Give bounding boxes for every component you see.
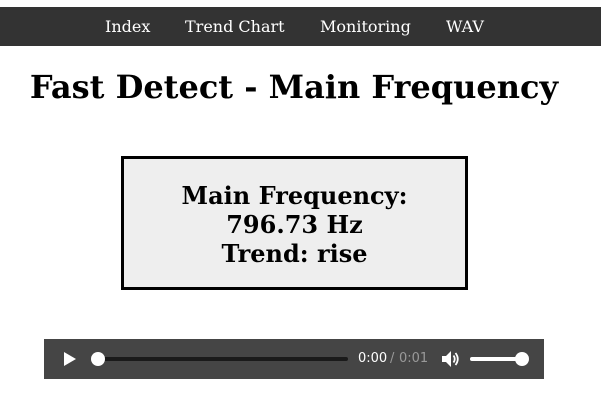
frequency-value: 796.73 Hz [226, 210, 363, 239]
seek-handle[interactable] [91, 352, 105, 366]
page-title: Fast Detect - Main Frequency [29, 68, 559, 106]
time-separator: / [390, 351, 395, 366]
volume-handle[interactable] [515, 352, 529, 366]
audio-player: 0:00 / 0:01 [44, 339, 544, 379]
volume-icon[interactable] [441, 350, 461, 368]
nav-item-wav[interactable]: WAV [446, 7, 484, 46]
play-icon[interactable] [62, 351, 78, 367]
nav-item-index[interactable]: Index [105, 7, 150, 46]
current-time: 0:00 [358, 351, 388, 366]
duration-time: 0:01 [399, 351, 429, 366]
frequency-panel: Main Frequency: 796.73 Hz Trend: rise [121, 156, 468, 290]
trend-status: Trend: rise [221, 239, 368, 268]
nav-item-trend-chart[interactable]: Trend Chart [185, 7, 285, 46]
seek-bar[interactable] [98, 357, 348, 361]
top-navbar: Index Trend Chart Monitoring WAV [0, 7, 601, 46]
nav-item-monitoring[interactable]: Monitoring [320, 7, 411, 46]
frequency-label: Main Frequency: [181, 181, 408, 210]
